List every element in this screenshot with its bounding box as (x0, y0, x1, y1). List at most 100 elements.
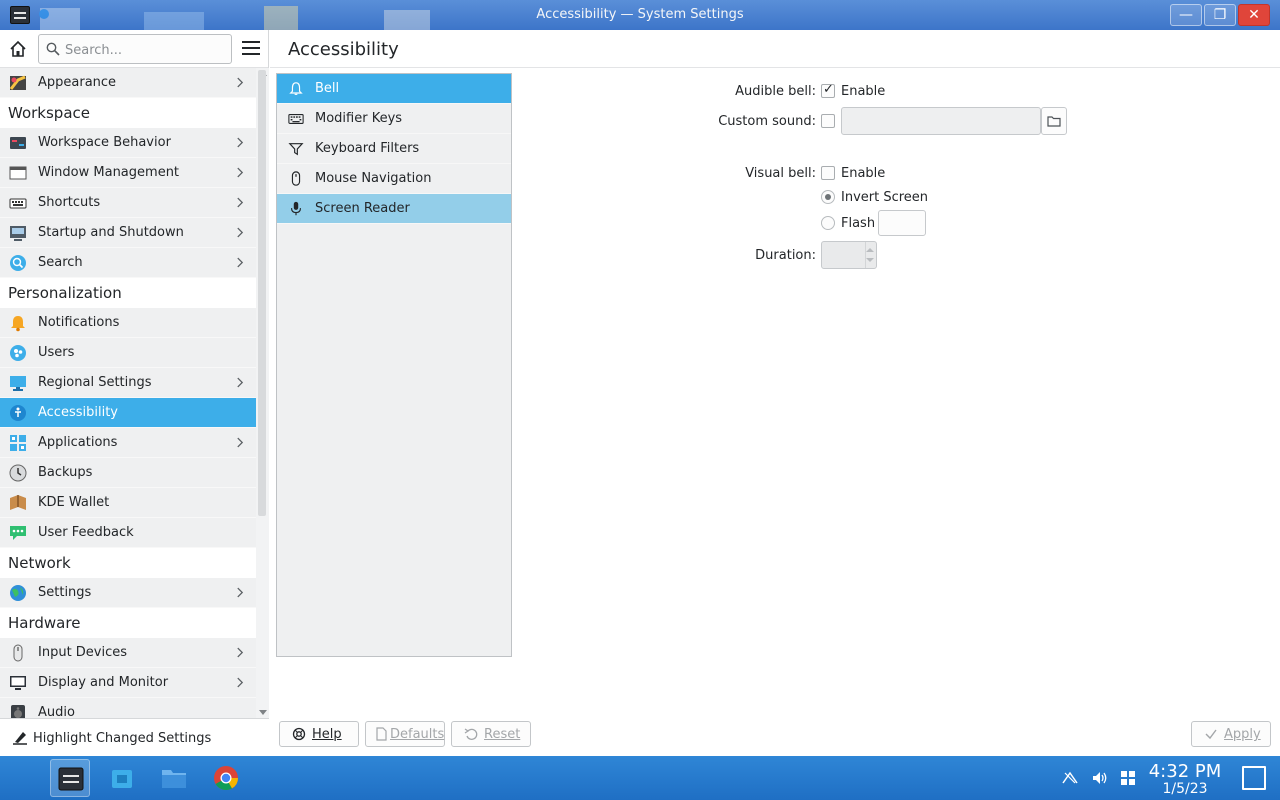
help-button[interactable]: Help (279, 721, 359, 747)
scrollbar-thumb[interactable] (258, 70, 266, 516)
taskbar-system-settings[interactable] (50, 759, 90, 797)
wallet-icon (10, 495, 26, 510)
applications-icon (10, 435, 26, 451)
sidebar-item-workspace-behavior[interactable]: Workspace Behavior (0, 128, 256, 158)
reset-label: Reset (484, 727, 521, 742)
highlight-changed-settings-button[interactable]: Highlight Changed Settings (0, 718, 269, 756)
accessibility-subnav: Bell Modifier Keys Keyboard Filters Mouse N… (276, 73, 512, 657)
sidebar-item-applications[interactable]: Applications (0, 428, 256, 458)
visual-bell-enable-label: Enable (841, 166, 886, 181)
sidebar-item-regional-settings[interactable]: Regional Settings (0, 368, 256, 398)
show-desktop-button[interactable] (1242, 766, 1266, 790)
system-settings-window: Appearance Workspace Workspace Behavior Win… (0, 30, 1280, 756)
flash-label: Flash (841, 216, 876, 231)
sidebar-category-header: Hardware (0, 608, 256, 638)
custom-sound-checkbox[interactable] (821, 114, 835, 128)
clock-time[interactable]: 4:32 PM (1140, 761, 1230, 782)
regional-icon (10, 376, 26, 391)
sidebar-item-label: Applications (38, 435, 118, 450)
sidebar-item-appearance[interactable]: Appearance (0, 68, 256, 98)
accessibility-icon (10, 405, 26, 421)
home-icon[interactable] (8, 39, 28, 59)
monitor-icon (10, 676, 26, 690)
spin-up-arrow-icon[interactable] (866, 248, 874, 252)
filter-icon (288, 143, 304, 156)
sidebar-item-label: Window Management (38, 165, 180, 180)
audible-bell-checkbox[interactable] (821, 82, 835, 98)
sidebar-item-settings[interactable]: Settings (0, 578, 256, 608)
subnav-item-screen-reader[interactable]: Screen Reader (277, 194, 511, 224)
sidebar-item-label: Startup and Shutdown (38, 225, 184, 240)
chevron-right-icon (237, 167, 244, 178)
sidebar-item-audio[interactable]: Audio (0, 698, 256, 718)
sidebar-item-backups[interactable]: Backups (0, 458, 256, 488)
sidebar-category-list: Appearance Workspace Workspace Behavior Win… (0, 68, 256, 718)
maximize-button[interactable]: ❐ (1204, 4, 1236, 26)
search-input[interactable] (65, 40, 225, 60)
sidebar-item-label: Regional Settings (38, 375, 152, 390)
sidebar-item-label: User Feedback (38, 525, 134, 540)
reset-button[interactable]: Reset (451, 721, 531, 747)
sidebar-item-search[interactable]: Search (0, 248, 256, 278)
taskbar-file-manager[interactable] (154, 759, 194, 797)
sidebar-toolbar (0, 30, 268, 68)
sidebar-item-user-feedback[interactable]: User Feedback (0, 518, 256, 548)
subnav-item-bell[interactable]: Bell (277, 74, 511, 104)
subnav-item-modifier-keys[interactable]: Modifier Keys (277, 104, 511, 134)
taskbar-chrome[interactable] (206, 759, 246, 797)
sidebar-item-input-devices[interactable]: Input Devices (0, 638, 256, 668)
taskbar-discover[interactable] (102, 759, 142, 797)
globe-icon (10, 585, 26, 601)
sidebar-item-window-management[interactable]: Window Management (0, 158, 256, 188)
folder-icon (162, 770, 186, 788)
bell-icon (11, 316, 25, 332)
sidebar-item-display-and-monitor[interactable]: Display and Monitor (0, 668, 256, 698)
network-icon[interactable] (1061, 769, 1079, 787)
sidebar-item-notifications[interactable]: Notifications (0, 308, 256, 338)
windows-grid-icon[interactable] (1119, 769, 1137, 787)
invert-screen-label: Invert Screen (841, 190, 929, 205)
flash-color-button[interactable] (878, 210, 926, 236)
sidebar-item-kde-wallet[interactable]: KDE Wallet (0, 488, 256, 518)
sidebar-scrollbar[interactable] (256, 68, 269, 718)
minimize-button[interactable]: — (1170, 4, 1202, 26)
spin-down-arrow-icon[interactable] (866, 258, 874, 262)
sidebar-item-label: Search (38, 255, 83, 270)
close-button[interactable]: ✕ (1238, 4, 1270, 26)
search-box[interactable] (38, 34, 232, 64)
chevron-right-icon (237, 647, 244, 658)
sidebar-category-header: Personalization (0, 278, 256, 308)
custom-sound-field[interactable] (841, 107, 1041, 135)
sidebar-category-header: Network (0, 548, 256, 578)
sidebar-item-label: Workspace Behavior (38, 135, 171, 150)
scroll-down-arrow-icon[interactable] (259, 710, 267, 715)
hamburger-menu-icon[interactable] (242, 41, 260, 57)
visual-bell-checkbox[interactable] (821, 166, 835, 180)
mouse-icon (13, 644, 23, 662)
sidebar: Appearance Workspace Workspace Behavior Win… (0, 30, 269, 756)
sidebar-item-label: Users (38, 345, 75, 360)
duration-spinbox[interactable] (821, 241, 877, 269)
invert-screen-radio[interactable] (821, 190, 835, 204)
clock-date[interactable]: 1/5/23 (1140, 781, 1230, 797)
sidebar-item-startup-and-shutdown[interactable]: Startup and Shutdown (0, 218, 256, 248)
apply-button[interactable]: Apply (1191, 721, 1271, 747)
browse-sound-button[interactable] (1041, 107, 1067, 135)
sidebar-item-accessibility[interactable]: Accessibility (0, 398, 256, 428)
volume-icon[interactable] (1091, 769, 1109, 787)
workspace-behavior-icon (10, 137, 26, 149)
subnav-item-keyboard-filters[interactable]: Keyboard Filters (277, 134, 511, 164)
search-icon (46, 42, 60, 56)
chevron-right-icon (237, 77, 244, 88)
sidebar-item-users[interactable]: Users (0, 338, 256, 368)
sidebar-item-shortcuts[interactable]: Shortcuts (0, 188, 256, 218)
undo-icon (464, 728, 478, 740)
subnav-item-mouse-navigation[interactable]: Mouse Navigation (277, 164, 511, 194)
flash-radio[interactable] (821, 216, 835, 230)
sidebar-item-label: Backups (38, 465, 93, 480)
defaults-button[interactable]: Defaults (365, 721, 445, 747)
main-content: Accessibility Bell Modifier Keys Keyboard … (270, 30, 1280, 756)
sidebar-item-label: Accessibility (38, 405, 118, 420)
help-label: Help (312, 727, 342, 742)
highlighter-icon (13, 732, 27, 745)
